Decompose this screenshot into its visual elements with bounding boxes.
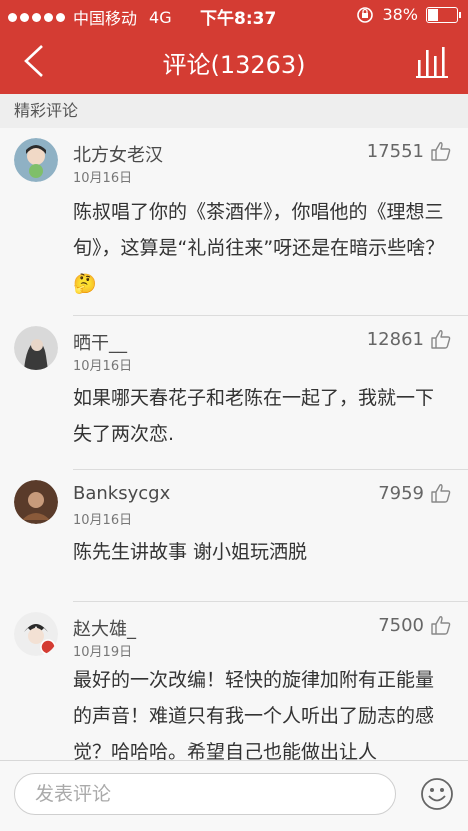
thumbs-up-icon[interactable] bbox=[430, 482, 452, 504]
comment-input[interactable]: 发表评论 bbox=[14, 773, 396, 815]
page-title: 评论(13263) bbox=[162, 51, 306, 79]
clock: 下午8:37 bbox=[200, 9, 277, 29]
battery-percent: 38% bbox=[382, 5, 418, 24]
bars-icon[interactable] bbox=[416, 46, 450, 78]
avatar[interactable] bbox=[14, 326, 58, 370]
thumbs-up-icon[interactable] bbox=[430, 328, 452, 350]
like-count: 7959 bbox=[378, 482, 424, 504]
battery-icon bbox=[426, 6, 461, 23]
comment-bar: 发表评论 bbox=[0, 760, 468, 831]
like-button[interactable]: 7500 bbox=[378, 614, 452, 636]
comment-author[interactable]: 北方女老汉 bbox=[73, 141, 163, 167]
network-label: 4G bbox=[149, 7, 172, 27]
avatar[interactable] bbox=[14, 612, 58, 656]
comment-item: Banksycgx 10月16日 7959 陈先生讲故事 谢小姐玩洒脱 bbox=[0, 470, 468, 602]
comment-date: 10月19日 bbox=[73, 645, 133, 660]
comment-text: 陈先生讲故事 谢小姐玩洒脱 bbox=[73, 541, 308, 563]
rotation-lock-icon bbox=[357, 6, 374, 23]
header: 中国移动 4G 下午8:37 38% 评论(13263) bbox=[0, 0, 468, 94]
comment-item: 北方女老汉 10月16日 17551 陈叔唱了你的《茶酒伴》，你唱他的《理想三旬… bbox=[0, 128, 468, 316]
comment-item: 晒干__ 10月16日 12861 如果哪天春花子和老陈在一起了，我就一下失了两… bbox=[0, 316, 468, 470]
comment-author[interactable]: Banksycgx bbox=[73, 483, 170, 504]
carrier-label: 中国移动 bbox=[73, 9, 138, 28]
status-bar: 中国移动 4G 下午8:37 38% bbox=[0, 0, 468, 30]
avatar[interactable] bbox=[14, 138, 58, 182]
comment-date: 10月16日 bbox=[73, 359, 133, 374]
status-right: 38% bbox=[356, 5, 461, 24]
comment-author[interactable]: 晒干__ bbox=[73, 329, 127, 355]
section-label: 精彩评论 bbox=[0, 94, 468, 128]
comment-date: 10月16日 bbox=[73, 171, 133, 186]
like-button[interactable]: 17551 bbox=[367, 140, 452, 162]
comment-text: 如果哪天春花子和老陈在一起了，我就一下失了两次恋. bbox=[73, 387, 435, 445]
comment-text: 最好的一次改编！轻快的旋律加附有正能量的声音！难道只有我一个人听出了励志的感觉？… bbox=[73, 669, 435, 760]
smiley-icon[interactable] bbox=[420, 777, 454, 811]
like-count: 7500 bbox=[378, 614, 424, 636]
like-button[interactable]: 12861 bbox=[367, 328, 452, 350]
status-left: 中国移动 4G bbox=[8, 5, 172, 29]
comment-item: 赵大雄_ 10月19日 7500 最好的一次改编！轻快的旋律加附有正能量的声音！… bbox=[0, 602, 468, 760]
comment-date: 10月16日 bbox=[73, 513, 133, 528]
like-count: 12861 bbox=[366, 328, 424, 350]
comment-list[interactable]: 北方女老汉 10月16日 17551 陈叔唱了你的《茶酒伴》，你唱他的《理想三旬… bbox=[0, 128, 468, 760]
like-count: 17551 bbox=[366, 140, 424, 162]
thumbs-up-icon[interactable] bbox=[430, 140, 452, 162]
thumbs-up-icon[interactable] bbox=[430, 614, 452, 636]
avatar[interactable] bbox=[14, 480, 58, 524]
like-button[interactable]: 7959 bbox=[378, 482, 452, 504]
comment-author[interactable]: 赵大雄_ bbox=[73, 615, 136, 641]
signal-icon bbox=[8, 12, 65, 22]
comment-text: 陈叔唱了你的《茶酒伴》，你唱他的《理想三旬》，这算是“礼尚往来”呀还是在暗示些啥… bbox=[73, 201, 445, 295]
battery-fill bbox=[428, 8, 438, 21]
